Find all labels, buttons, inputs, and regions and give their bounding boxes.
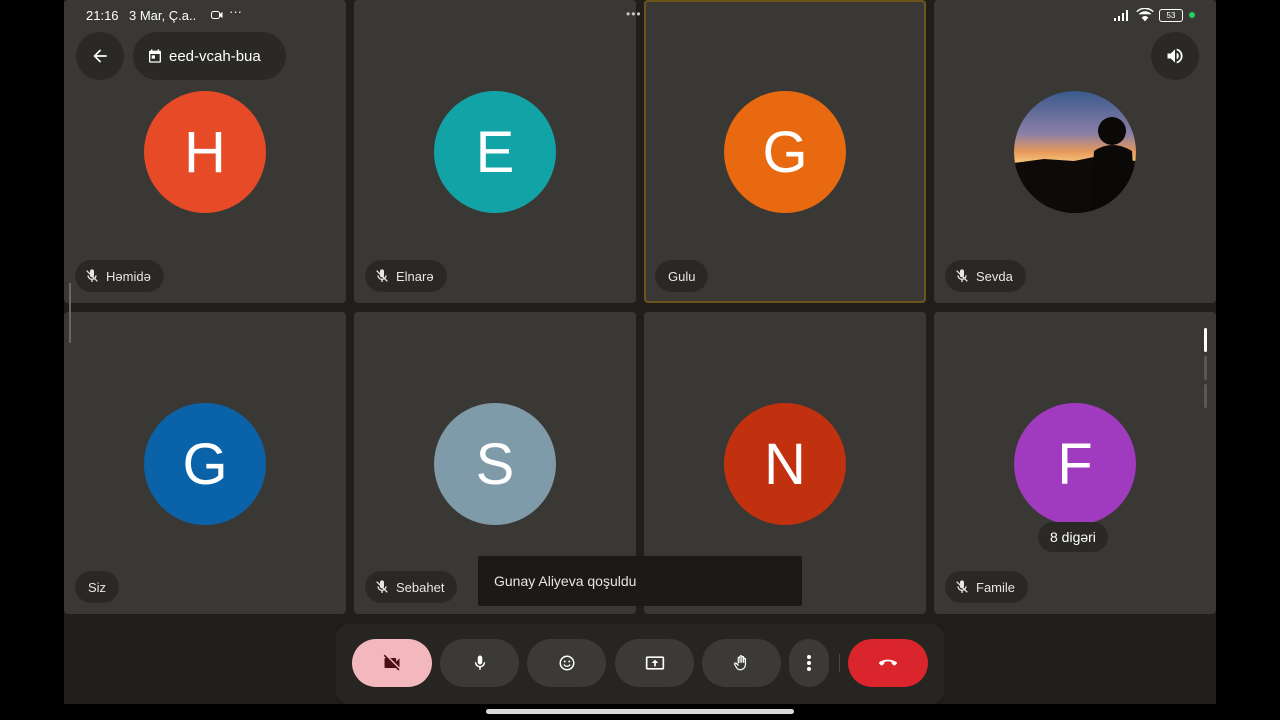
back-button[interactable] bbox=[76, 32, 124, 80]
participant-name-chip: Elnarə bbox=[366, 261, 446, 291]
avatar: E bbox=[434, 91, 556, 213]
home-indicator-bar[interactable] bbox=[486, 709, 794, 714]
volume-icon bbox=[1167, 48, 1183, 64]
participant-tile-elnare[interactable]: E Elnarə bbox=[354, 0, 636, 303]
others-count-chip[interactable]: 8 digəri bbox=[1038, 522, 1108, 552]
audio-output-button[interactable] bbox=[1151, 32, 1199, 80]
mic-off-icon bbox=[376, 269, 388, 282]
participant-name-chip: Siz bbox=[76, 572, 119, 602]
present-screen-icon bbox=[645, 656, 664, 670]
side-scrollbar[interactable] bbox=[69, 283, 71, 343]
participant-name: Elnarə bbox=[396, 268, 434, 284]
mic-off-icon bbox=[376, 580, 388, 593]
more-vert-icon bbox=[807, 655, 811, 671]
microphone-button[interactable] bbox=[440, 639, 519, 687]
avatar: H bbox=[144, 91, 266, 213]
participant-name: Famile bbox=[976, 579, 1016, 595]
avatar: F bbox=[1014, 403, 1136, 525]
participant-name: Sebahet bbox=[396, 579, 445, 595]
present-screen-button[interactable] bbox=[615, 639, 694, 687]
videocam-off-icon bbox=[383, 654, 400, 671]
participant-name: Həmidə bbox=[106, 268, 151, 284]
raise-hand-button[interactable] bbox=[702, 639, 781, 687]
meeting-code: eed-vcah-bua bbox=[169, 47, 261, 65]
screen-record-icon bbox=[211, 11, 223, 19]
toolbar-divider bbox=[839, 654, 840, 672]
call-end-icon bbox=[879, 659, 897, 666]
status-more: ··· bbox=[229, 4, 242, 19]
scroll-indicator[interactable] bbox=[1204, 356, 1207, 380]
avatar: G bbox=[724, 91, 846, 213]
participant-tile-gulu[interactable]: G Gulu bbox=[644, 0, 926, 303]
wifi-icon bbox=[1136, 8, 1154, 22]
scroll-indicator-active[interactable] bbox=[1204, 328, 1207, 352]
participant-tile-famile[interactable]: F Famile bbox=[934, 312, 1216, 614]
meet-screen: H Həmidə E Elnarə G Gulu Sevda G Siz S S… bbox=[64, 0, 1216, 704]
avatar: G bbox=[144, 403, 266, 525]
status-date: 3 Mar, Ç.a.. bbox=[129, 8, 197, 23]
participant-name: Siz bbox=[88, 579, 107, 595]
avatar: S bbox=[434, 403, 556, 525]
participant-name-chip: Sevda bbox=[946, 261, 1025, 291]
call-controls-toolbar bbox=[336, 624, 944, 704]
emoji-icon bbox=[559, 655, 574, 671]
status-time: 21:16 bbox=[86, 8, 119, 23]
join-notification-toast: Gunay Aliyeva qoşuldu bbox=[478, 556, 802, 606]
participant-tile-self[interactable]: G Siz bbox=[64, 312, 346, 614]
participant-name-chip: Sebahet bbox=[366, 572, 457, 602]
more-options-button[interactable] bbox=[789, 639, 829, 687]
scroll-indicator[interactable] bbox=[1204, 384, 1207, 408]
participant-name-chip: Famile bbox=[946, 572, 1028, 602]
calendar-icon bbox=[149, 49, 161, 63]
participant-name: Gulu bbox=[668, 268, 696, 284]
signal-icon bbox=[1114, 10, 1128, 21]
participant-name-chip: Həmidə bbox=[76, 261, 163, 291]
avatar: N bbox=[724, 403, 846, 525]
hand-icon bbox=[733, 655, 746, 671]
mic-off-icon bbox=[86, 269, 98, 282]
battery-level: 53 bbox=[1166, 11, 1176, 20]
reactions-button[interactable] bbox=[527, 639, 606, 687]
meeting-info-button[interactable]: eed-vcah-bua bbox=[133, 32, 286, 80]
window-handle-dots[interactable]: ••• bbox=[626, 7, 642, 21]
sunset-silhouette-photo bbox=[1014, 91, 1136, 213]
camera-toggle-button[interactable] bbox=[352, 639, 432, 687]
mic-off-icon bbox=[956, 269, 968, 282]
mic-icon bbox=[474, 655, 485, 670]
participant-name-chip: Gulu bbox=[656, 261, 708, 291]
mic-off-icon bbox=[956, 580, 968, 593]
arrow-back-icon bbox=[93, 49, 107, 63]
avatar-photo bbox=[1014, 91, 1136, 213]
battery-icon: 53 bbox=[1159, 9, 1183, 22]
camera-in-use-dot bbox=[1189, 12, 1195, 18]
leave-call-button[interactable] bbox=[848, 639, 928, 687]
participant-name: Sevda bbox=[976, 268, 1013, 284]
